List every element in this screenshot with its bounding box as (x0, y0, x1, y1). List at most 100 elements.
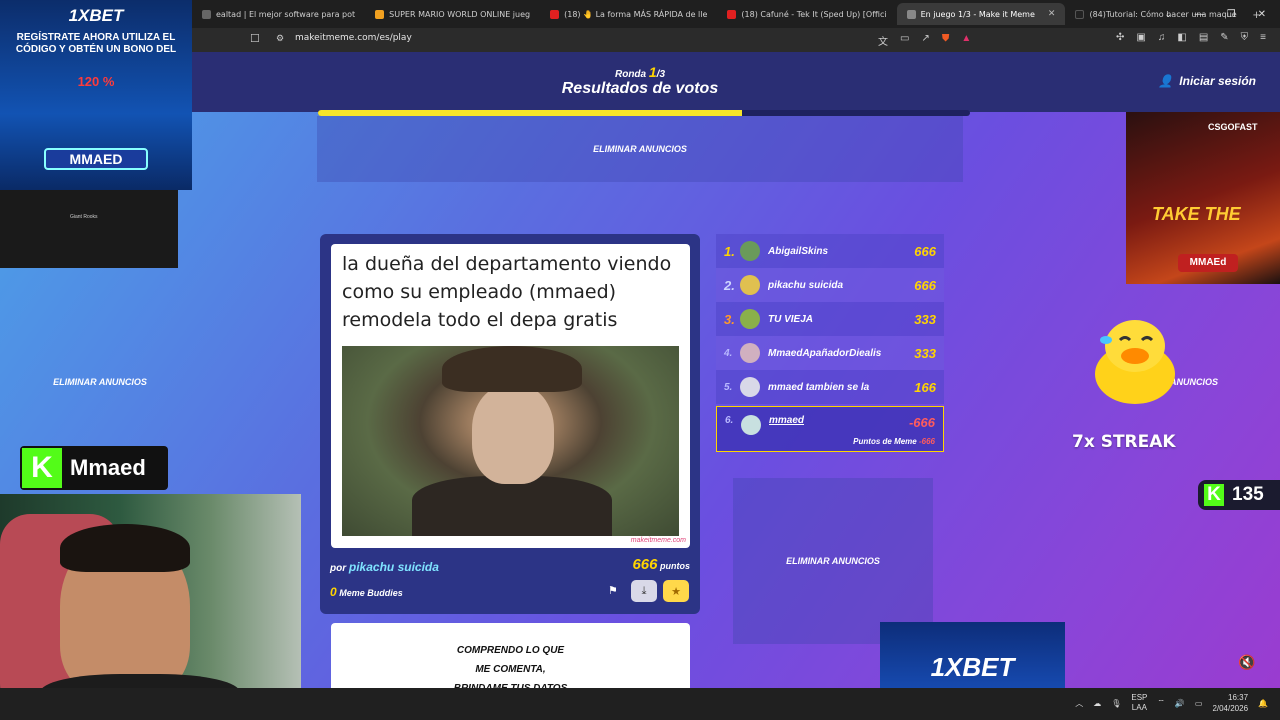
address-bar: ☐ ⚙ makeitmeme.com/es/play 文 ▭ ↗ ⛊ ▲ ✣ ▣… (0, 28, 1280, 52)
toolbar-icons: ✣ ▣ ♫ ◧ ▤ ✎ ⛨ ≡ (1116, 32, 1266, 43)
remove-ads-button[interactable]: ELIMINAR ANUNCIOS (317, 116, 963, 182)
promo-ad-csgofast[interactable]: CSGOFAST TAKE THE MMAEd (1126, 112, 1280, 284)
meme-card: la dueña del departamento viendo como su… (320, 234, 700, 614)
notification-icon[interactable]: 🔔 (1258, 699, 1268, 708)
share-icon[interactable]: ↗ (921, 33, 929, 48)
streak-label: 7x STREAK (1072, 432, 1176, 452)
avatar (740, 343, 760, 363)
extensions-icon[interactable]: ✣ (1116, 32, 1124, 43)
kick-channel-badge: K Mmaed (20, 446, 168, 490)
meme-photo (342, 346, 679, 536)
mute-icon[interactable]: 🔇 (1238, 654, 1255, 671)
restore-icon[interactable]: ❐ (1227, 9, 1236, 20)
remove-ads-button[interactable]: ELIMINAR ANUNCIOS (733, 478, 933, 644)
pen-icon[interactable]: ✎ (1220, 32, 1228, 43)
save-icon: ⤓ (641, 584, 647, 597)
leaderboard-row-current-user: 6. mmaed -666 Puntos de Meme -666 (716, 406, 944, 452)
webcam-small: Giant Rooks (0, 190, 178, 268)
hat-shape (442, 346, 582, 392)
avatar (740, 309, 760, 329)
window-controls: ⌄ — ❐ ✕ (1164, 0, 1280, 28)
avatar (740, 275, 760, 295)
tab-search-icon[interactable]: ⌄ (1164, 9, 1172, 20)
meme-points: 666 puntos (632, 556, 690, 573)
page-icon (202, 9, 211, 19)
brave-shield-icon[interactable]: ⛊ (942, 33, 950, 48)
streamer-webcam (0, 494, 301, 720)
coat-shape (412, 476, 612, 536)
wallet2-icon[interactable]: ▤ (1199, 32, 1208, 43)
promo-ad-1xbet[interactable]: 1XBET REGÍSTRATE AHORA UTILIZA EL CÓDIGO… (0, 0, 192, 190)
language-indicator[interactable]: ESP LAA (1131, 693, 1147, 713)
mim-icon (906, 9, 916, 19)
leaderboard-row: 4. MmaedApañadorDiealis 333 (716, 336, 944, 370)
tray-overflow-icon[interactable]: ︿ (1075, 698, 1083, 709)
kick-viewer-count: K 135 (1198, 480, 1280, 510)
close-tab-icon[interactable]: ✕ (1048, 9, 1056, 19)
close-window-icon[interactable]: ✕ (1258, 9, 1266, 20)
cloud-icon[interactable]: ☁ (1093, 699, 1101, 708)
tiktok-icon (1075, 9, 1085, 19)
browser-tab-active[interactable]: En juego 1/3 - Make it Meme ✕ (896, 3, 1066, 25)
remove-ads-button[interactable]: ELIMINAR ANUNCIOS (0, 312, 200, 452)
minimize-icon[interactable]: — (1195, 9, 1205, 20)
login-button[interactable]: 👤 Iniciar sesión (1158, 74, 1256, 88)
meme-image: la dueña del departamento viendo como su… (331, 244, 690, 548)
browser-tab[interactable]: (18) 🤚 La forma MÁS RÁPIDA de lle (540, 3, 717, 25)
next-meme-card: COMPRENDO LO QUE ME COMENTA, BRINDAME TU… (331, 623, 690, 688)
browser-tab[interactable]: (18) Cafuné - Tek It (Sped Up) [Offici (717, 3, 896, 25)
translate-icon[interactable]: 文 (878, 33, 888, 48)
site-info-icon[interactable]: ⚙ (276, 33, 284, 44)
leaderboard-row: 2. pikachu suicida 666 (716, 268, 944, 302)
wifi-icon[interactable]: ⌔ (1157, 698, 1165, 708)
system-tray: ︿ ☁ 🎙 ESP LAA ⌔ 🔊 ▭ 16:37 2/04/2026 🔔 (1075, 692, 1268, 714)
kick-logo-icon: K (1204, 484, 1224, 506)
save-meme-button[interactable]: ⤓ (631, 580, 657, 602)
star-icon: ★ (671, 585, 681, 598)
kick-logo-icon: K (22, 448, 62, 488)
avatar (740, 377, 760, 397)
round-indicator: Ronda 1/3 (614, 64, 666, 80)
taskbar: ︿ ☁ 🎙 ESP LAA ⌔ 🔊 ▭ 16:37 2/04/2026 🔔 (0, 688, 1280, 720)
avatar (741, 415, 761, 435)
author-link[interactable]: pikachu suicida (349, 560, 439, 574)
url-field[interactable]: makeitmeme.com/es/play (295, 33, 412, 43)
user-icon: 👤 (1158, 74, 1174, 88)
wallet-icon[interactable]: ▣ (1136, 32, 1145, 43)
clock[interactable]: 16:37 2/04/2026 (1212, 692, 1248, 714)
browser-tab-bar: ealtad | El mejor software para pot SUPE… (0, 0, 1280, 28)
leaderboard: 1. AbigailSkins 666 2. pikachu suicida 666 3… (716, 234, 944, 452)
bookmark-icon[interactable]: ☐ (250, 32, 260, 45)
face-shape (472, 384, 554, 484)
install-icon[interactable]: ▭ (900, 33, 909, 48)
promo-code: MMAED (44, 148, 148, 170)
watermark: makeitmeme.com (630, 537, 686, 544)
meme-buddies: 0 Meme Buddies (330, 585, 403, 599)
address-actions: 文 ▭ ↗ ⛊ ▲ (878, 33, 971, 48)
sidebar-icon[interactable]: ◧ (1177, 32, 1186, 43)
youtube-icon (550, 9, 560, 19)
music-icon[interactable]: ♫ (1158, 32, 1166, 43)
favorite-button[interactable]: ★ (663, 580, 689, 602)
leaderboard-row: 5. mmaed tambien se la 166 (716, 370, 944, 404)
game-header: Ronda 1/3 Resultados de votos 👤 Iniciar s… (0, 52, 1280, 112)
meme-author: por pikachu suicida (330, 560, 439, 574)
mic-icon[interactable]: 🎙 (1111, 699, 1121, 708)
report-flag-icon[interactable]: ⚑ (608, 584, 618, 597)
leaderboard-row: 3. TU VIEJA 333 (716, 302, 944, 336)
youtube-icon (727, 9, 737, 19)
meme-points-sub: Puntos de Meme -666 (853, 437, 935, 446)
vpn-icon[interactable]: ⛨ (1241, 32, 1249, 43)
browser-tab[interactable]: ealtad | El mejor software para pot (192, 3, 365, 25)
star-icon (375, 9, 385, 19)
battery-icon[interactable]: ▭ (1195, 699, 1203, 708)
browser-tab[interactable]: SUPER MARIO WORLD ONLINE jueg (365, 3, 540, 25)
leaderboard-row: 1. AbigailSkins 666 (716, 234, 944, 268)
meme-caption: la dueña del departamento viendo como su… (342, 253, 672, 331)
menu-icon[interactable]: ≡ (1260, 32, 1266, 43)
volume-icon[interactable]: 🔊 (1175, 699, 1185, 708)
rewards-icon[interactable]: ▲ (961, 33, 971, 48)
page-title: Resultados de votos (561, 80, 719, 97)
laughing-duck-icon (1095, 320, 1175, 404)
hair-shape (60, 524, 190, 572)
